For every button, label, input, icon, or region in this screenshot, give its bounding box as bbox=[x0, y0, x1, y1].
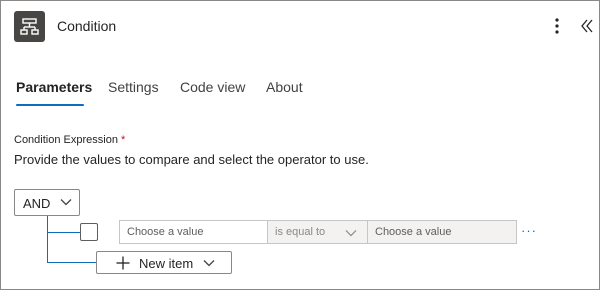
row-more-options-button[interactable]: ··· bbox=[521, 223, 537, 238]
tab-code-view[interactable]: Code view bbox=[180, 79, 245, 95]
tree-connector-new-item bbox=[47, 262, 96, 263]
required-marker: * bbox=[121, 134, 126, 146]
operator-dropdown[interactable]: is equal to bbox=[268, 220, 367, 244]
tab-about[interactable]: About bbox=[266, 79, 303, 95]
condition-panel: Condition Parameters Settings Code view … bbox=[0, 0, 600, 290]
field-label-text: Condition Expression bbox=[14, 134, 118, 146]
new-item-button[interactable]: New item bbox=[96, 251, 232, 274]
tree-connector-vertical bbox=[47, 216, 48, 263]
left-value-input[interactable]: Choose a value bbox=[119, 220, 268, 244]
double-chevron-left-icon bbox=[581, 19, 593, 33]
active-tab-indicator bbox=[16, 104, 84, 106]
tab-settings[interactable]: Settings bbox=[108, 79, 159, 95]
chevron-down-icon bbox=[203, 260, 215, 267]
plus-icon bbox=[116, 256, 130, 270]
condition-expression-label: Condition Expression * bbox=[14, 134, 125, 146]
panel-title: Condition bbox=[57, 18, 117, 34]
tab-parameters[interactable]: Parameters bbox=[16, 79, 92, 95]
more-options-button[interactable] bbox=[550, 16, 564, 36]
operator-value: is equal to bbox=[275, 226, 326, 238]
field-description: Provide the values to compare and select… bbox=[14, 152, 369, 167]
group-operator-value: AND bbox=[23, 196, 51, 211]
chevron-down-icon bbox=[60, 199, 72, 206]
chevron-down-icon bbox=[345, 230, 357, 237]
new-item-label: New item bbox=[139, 256, 194, 271]
group-operator-dropdown[interactable]: AND bbox=[14, 189, 80, 216]
more-vertical-icon bbox=[555, 18, 559, 34]
condition-icon bbox=[14, 11, 45, 42]
row-checkbox[interactable] bbox=[80, 223, 98, 241]
tree-connector-row bbox=[47, 232, 80, 233]
right-value-input[interactable]: Choose a value bbox=[367, 220, 517, 244]
collapse-panel-button[interactable] bbox=[579, 17, 595, 35]
